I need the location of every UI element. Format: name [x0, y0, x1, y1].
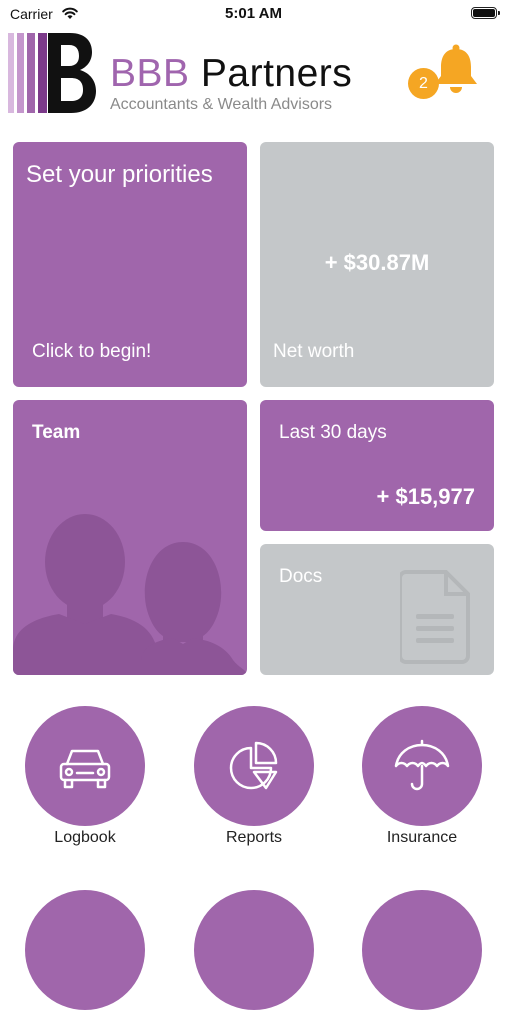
- brand-bbb: BBB: [110, 52, 190, 95]
- status-bar: Carrier 5:01 AM: [0, 0, 507, 30]
- car-icon: [59, 749, 111, 789]
- insurance-label: Insurance: [386, 829, 458, 846]
- shortcut-button-row2-1[interactable]: [25, 890, 145, 1010]
- net-worth-tile[interactable]: + $30.87M Net worth: [260, 142, 494, 387]
- brand-name: BBB Partners: [110, 52, 352, 96]
- team-tile[interactable]: Team: [13, 400, 247, 675]
- team-silhouette-icon: [13, 514, 247, 675]
- net-worth-label: Net worth: [273, 341, 355, 362]
- logo-mark: [8, 33, 96, 113]
- priorities-title: Set your priorities: [26, 161, 213, 188]
- last-30-days-tile[interactable]: Last 30 days + $15,977: [260, 400, 494, 531]
- last-30-days-label: Last 30 days: [279, 422, 387, 443]
- net-worth-value: + $30.87M: [324, 250, 430, 275]
- reports-button[interactable]: [194, 706, 314, 826]
- clock: 5:01 AM: [225, 5, 282, 22]
- priorities-tile[interactable]: Set your priorities Click to begin!: [13, 142, 247, 387]
- brand-tagline: Accountants & Wealth Advisors: [110, 96, 333, 113]
- last-30-days-value: + $15,977: [376, 484, 475, 509]
- brand-partners: Partners: [200, 52, 353, 95]
- umbrella-icon: [394, 739, 450, 791]
- shortcut-button-row2-2[interactable]: [194, 890, 314, 1010]
- priorities-cta[interactable]: Click to begin!: [32, 341, 151, 363]
- insurance-button[interactable]: [362, 706, 482, 826]
- battery-icon: [471, 7, 500, 19]
- logbook-label: Logbook: [54, 829, 116, 846]
- reports-label: Reports: [225, 829, 283, 846]
- docs-label: Docs: [279, 566, 323, 587]
- notification-badge[interactable]: 2: [408, 68, 439, 99]
- pie-chart-icon: [229, 741, 278, 790]
- docs-tile[interactable]: Docs: [260, 544, 494, 675]
- shortcut-button-row2-3[interactable]: [362, 890, 482, 1010]
- logbook-button[interactable]: [25, 706, 145, 826]
- document-icon: [400, 570, 470, 664]
- team-label: Team: [32, 422, 81, 443]
